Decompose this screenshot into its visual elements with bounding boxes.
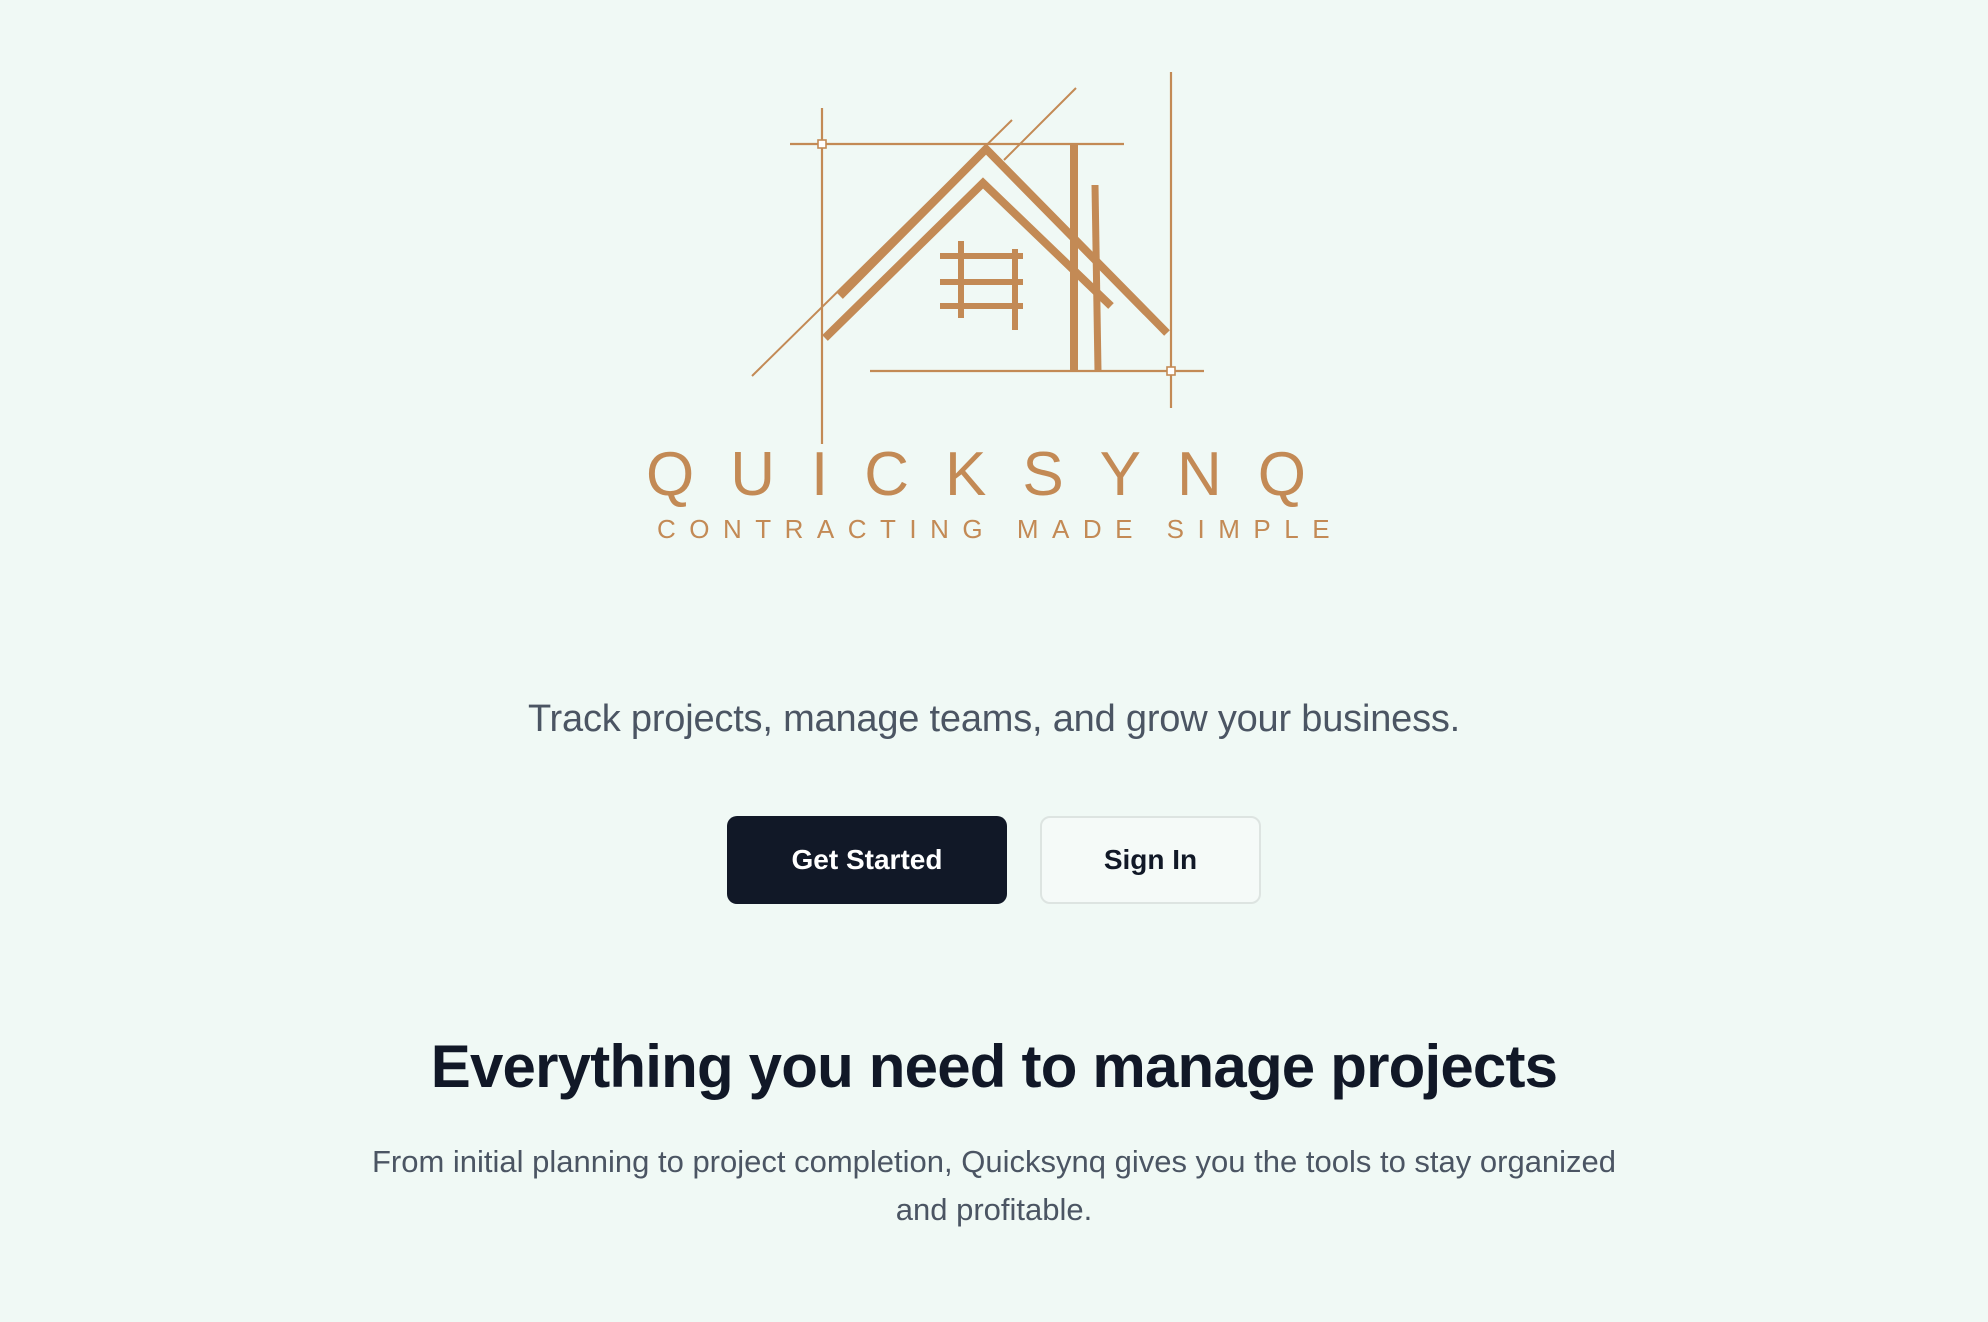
- sign-in-button[interactable]: Sign In: [1040, 816, 1261, 904]
- quicksynq-logo: QUICKSYNQ CONTRACTING MADE SIMPLE: [0, 0, 1988, 560]
- features-description: From initial planning to project complet…: [371, 1144, 1617, 1227]
- brand-slogan: CONTRACTING MADE SIMPLE: [657, 514, 1343, 544]
- hero-tagline: Track projects, manage teams, and grow y…: [527, 698, 1461, 740]
- get-started-button[interactable]: Get Started: [727, 816, 1007, 904]
- house-blueprint-icon: QUICKSYNQ CONTRACTING MADE SIMPLE: [646, 72, 1343, 544]
- cta-buttons: Get Started Sign In: [0, 816, 1988, 904]
- features-title: Everything you need to manage projects: [430, 1033, 1558, 1100]
- brand-wordmark: QUICKSYNQ: [646, 440, 1342, 509]
- landing-page: QUICKSYNQ CONTRACTING MADE SIMPLE Track …: [0, 0, 1988, 1322]
